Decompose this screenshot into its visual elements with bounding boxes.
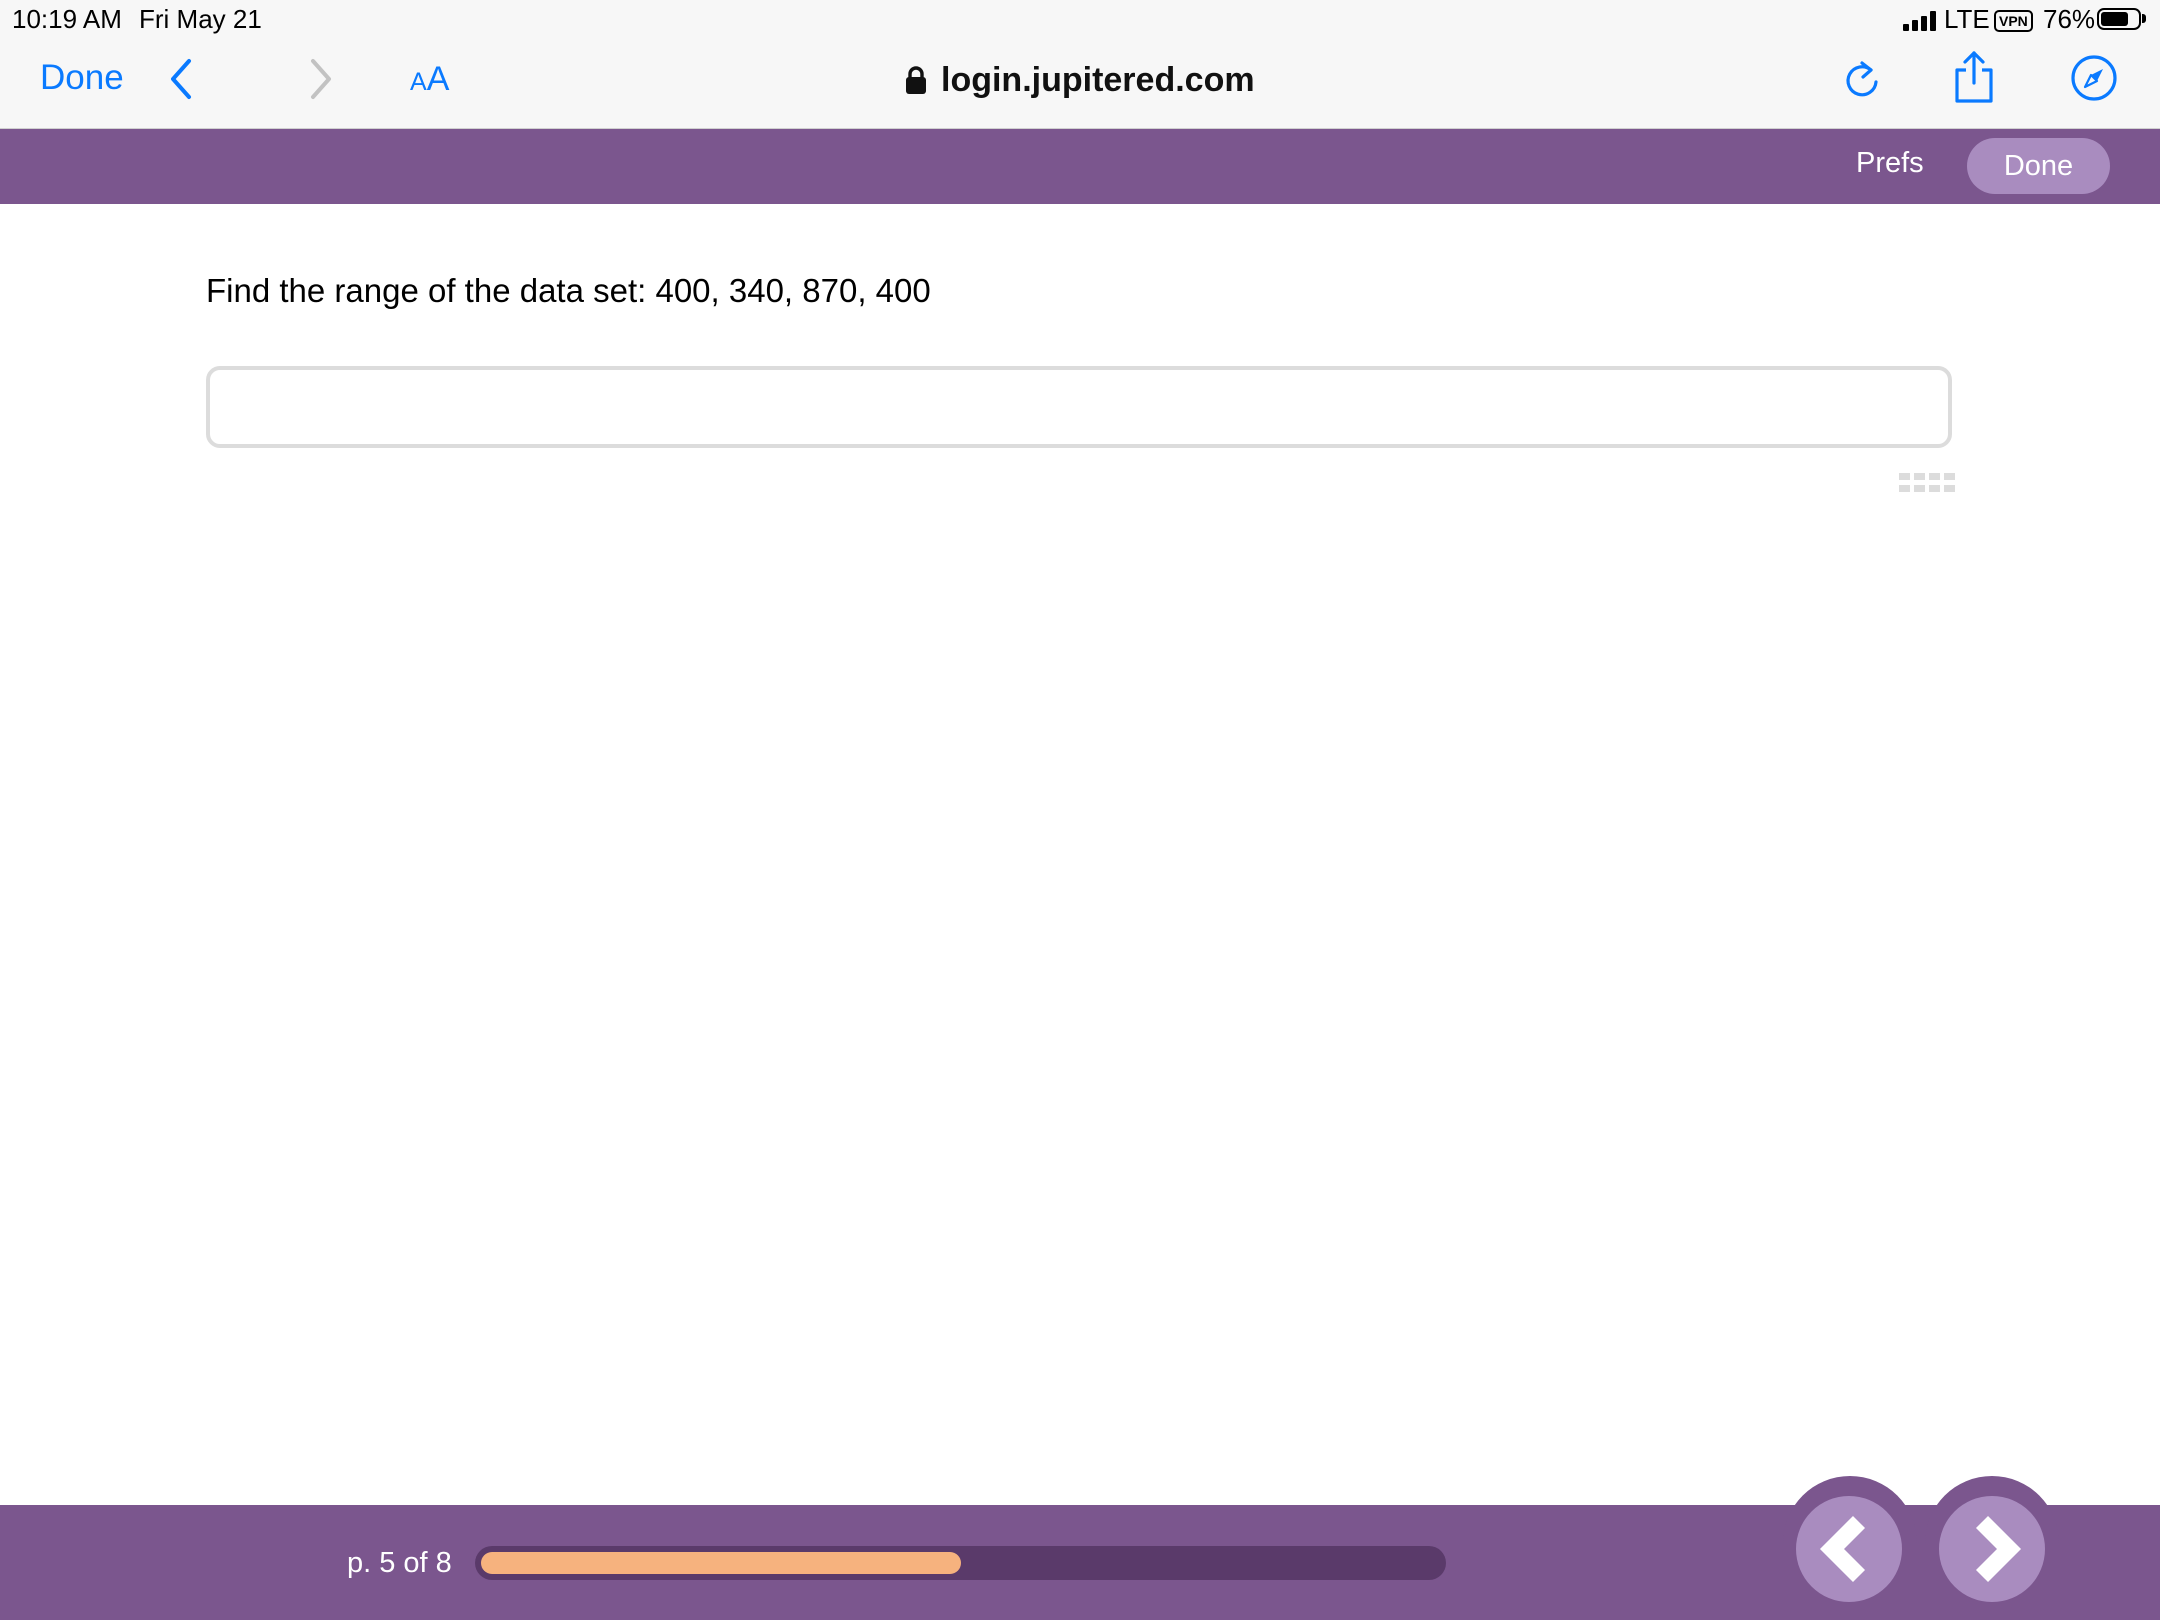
vpn-badge: VPN (1994, 10, 2033, 32)
status-date: Fri May 21 (139, 4, 262, 34)
next-page-button[interactable] (1939, 1496, 2045, 1602)
page-indicator: p. 5 of 8 (347, 1547, 452, 1579)
text-size-icon[interactable]: AA (410, 60, 449, 99)
address-bar[interactable]: login.jupitered.com (905, 58, 1255, 102)
text-size-big: A (426, 60, 450, 98)
battery-icon (2097, 8, 2141, 30)
app-header (0, 129, 2160, 204)
lock-icon (906, 66, 926, 94)
progress-bar (475, 1546, 1446, 1580)
carrier-label: LTE (1944, 4, 1990, 34)
battery-percent: 76% (2043, 4, 2096, 34)
chevron-right-icon (1975, 1515, 2022, 1583)
browser-done-button[interactable]: Done (40, 58, 124, 98)
previous-page-button[interactable] (1796, 1496, 1902, 1602)
chevron-right-icon (306, 57, 336, 101)
chevron-left-icon (1819, 1515, 1866, 1583)
battery-fill (2101, 12, 2128, 26)
chevron-left-icon[interactable] (166, 57, 196, 101)
status-bar (0, 0, 2160, 40)
prefs-button[interactable]: Prefs (1856, 147, 1924, 180)
text-size-small: A (410, 68, 427, 96)
battery-cap (2142, 14, 2146, 23)
cellular-signal-icon (1903, 11, 1937, 31)
share-icon[interactable] (1952, 50, 1996, 104)
status-time: 10:19 AM (12, 4, 122, 34)
url-text: login.jupitered.com (941, 60, 1255, 99)
safari-compass-icon[interactable] (2070, 54, 2118, 102)
reload-icon[interactable] (1840, 58, 1884, 102)
question-text: Find the range of the data set: 400, 340… (206, 272, 931, 309)
keypad-icon[interactable] (1899, 473, 1955, 499)
done-button[interactable]: Done (1967, 138, 2110, 194)
answer-input[interactable] (206, 366, 1952, 448)
progress-fill (481, 1552, 961, 1574)
